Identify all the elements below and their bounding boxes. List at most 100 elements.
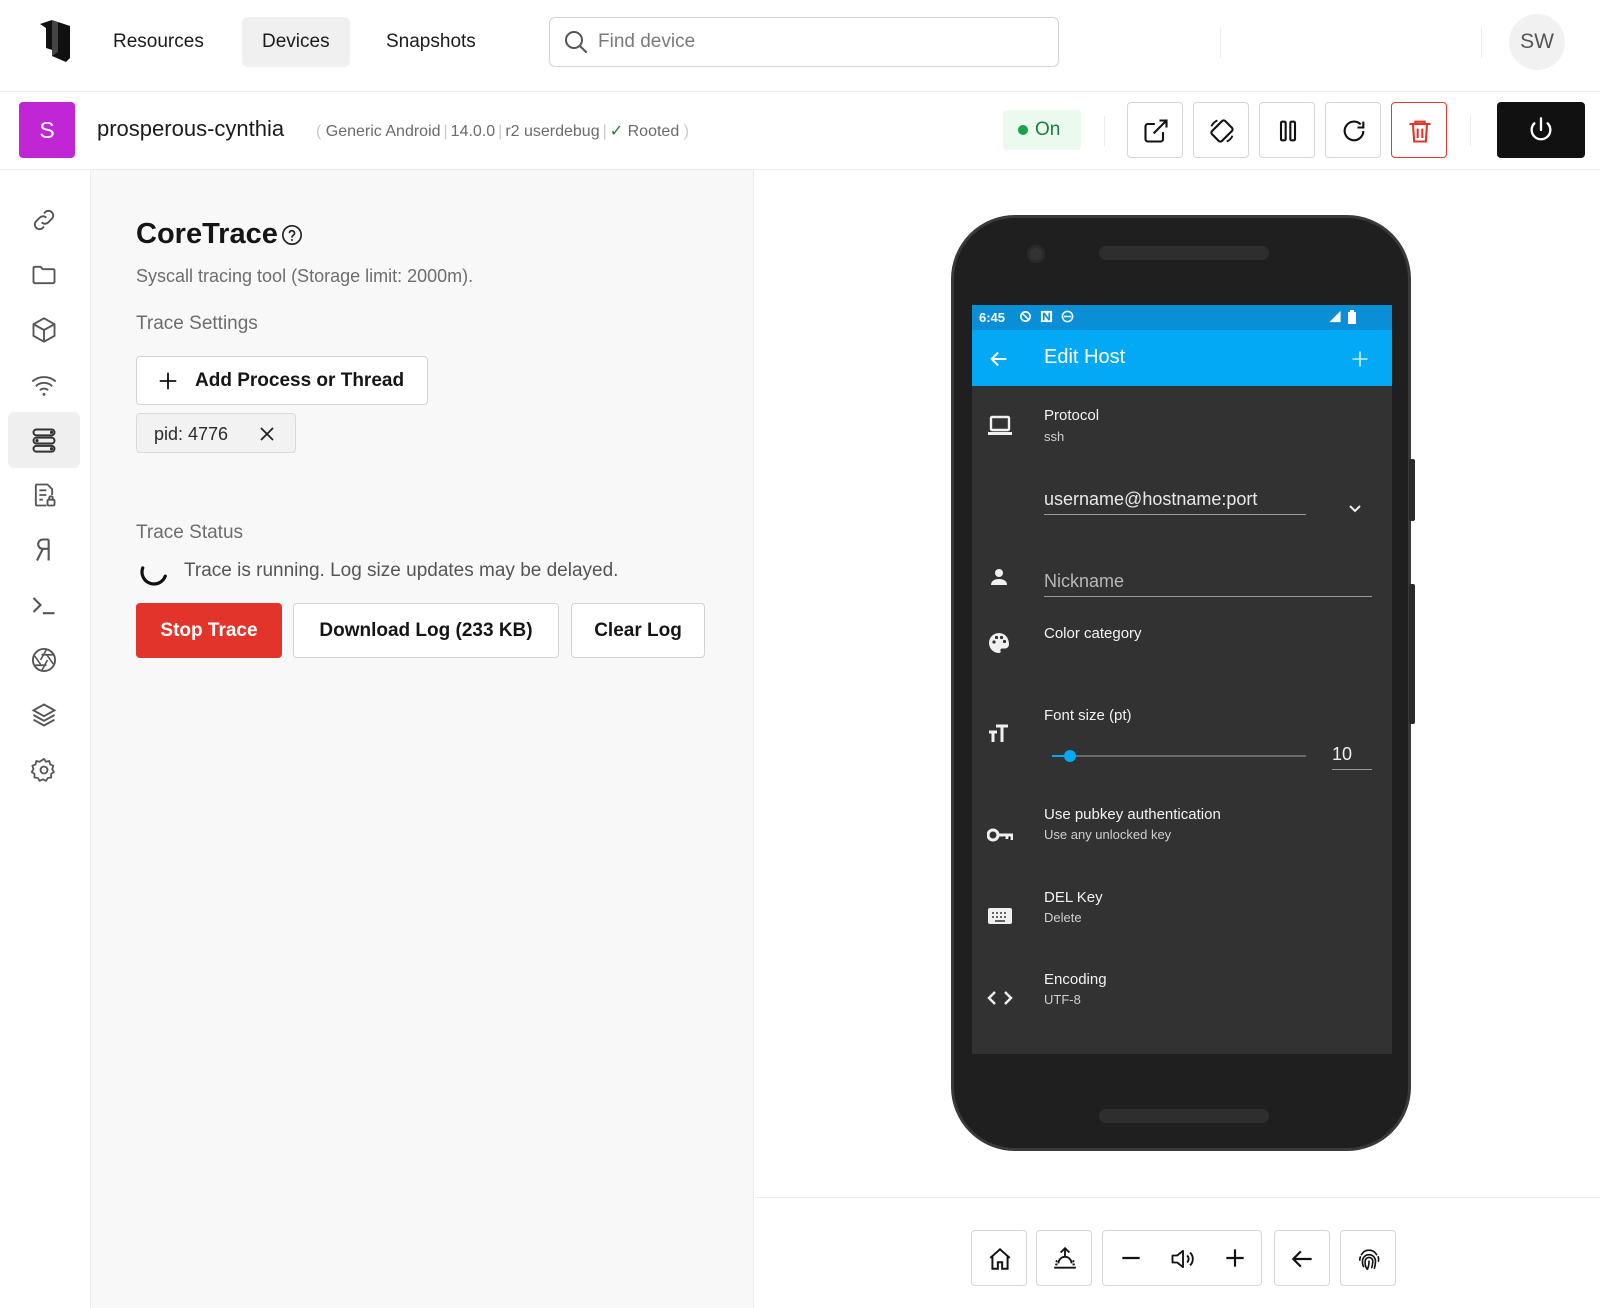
text-size-icon (989, 724, 1008, 742)
add-process-button[interactable]: Add Process or Thread (136, 356, 428, 405)
sidebar-item-files[interactable] (8, 247, 80, 303)
palette-icon (989, 633, 1009, 653)
sidebar-item-settings[interactable] (8, 742, 80, 798)
open-external-button[interactable] (1127, 102, 1183, 158)
volume-down-icon[interactable] (1118, 1245, 1144, 1271)
rotate-button[interactable] (1193, 102, 1249, 158)
nickname-input[interactable]: Nickname (1044, 571, 1372, 597)
corellium-logo-icon[interactable] (38, 18, 72, 64)
power-key[interactable] (1409, 459, 1415, 521)
font-size-slider-thumb[interactable] (1063, 750, 1076, 762)
frida-icon (36, 538, 50, 561)
user-avatar[interactable]: SW (1509, 14, 1565, 70)
host-input[interactable]: username@hostname:port (1044, 489, 1306, 515)
device-model: Generic Android (325, 123, 441, 140)
android-app-bar: Edit Host (972, 330, 1392, 386)
sidebar-item-console[interactable] (8, 577, 80, 633)
speaker-grille (1099, 246, 1269, 260)
device-search (549, 17, 1059, 67)
help-icon[interactable] (281, 224, 303, 246)
delete-device-button[interactable] (1391, 102, 1447, 158)
device-os-version: 14.0.0 (450, 123, 496, 140)
nav-devices[interactable]: Devices (242, 17, 350, 67)
pid-chip-label: pid: 4776 (154, 424, 229, 444)
volume-key[interactable] (1409, 584, 1415, 724)
download-log-button[interactable]: Download Log (233 KB) (293, 603, 559, 658)
status-text: On (1035, 119, 1061, 140)
close-icon[interactable] (259, 426, 275, 442)
nav-resources[interactable]: Resources (93, 17, 224, 67)
device-badge: S (19, 102, 75, 158)
open-external-icon (1144, 119, 1168, 143)
device-rooted: Rooted (627, 123, 680, 140)
device-meta: ( Generic Android | 14.0.0 | r2 userdebug | ✓ … (316, 123, 689, 140)
status-time: 6:45 (979, 310, 1006, 325)
check-icon: ✓ (609, 123, 624, 140)
trace-icon (32, 428, 56, 453)
sidebar-item-frida[interactable] (8, 522, 80, 578)
sidebar-item-connect[interactable] (8, 192, 80, 248)
battery-icon (1348, 310, 1356, 324)
search-icon (565, 31, 587, 53)
device-controls (755, 1199, 1600, 1308)
trash-icon (1409, 120, 1431, 143)
sidebar-item-apps[interactable] (8, 302, 80, 358)
pid-chip: pid: 4776 (136, 413, 296, 453)
chevron-down-icon[interactable] (1347, 501, 1363, 517)
app-bar-title: Edit Host (1044, 346, 1126, 368)
protocol-label[interactable]: Protocol (1044, 407, 1099, 424)
device-header: S prosperous-cynthia ( Generic Android | 1… (0, 92, 1600, 170)
sidebar-item-network[interactable] (8, 357, 80, 413)
search-input[interactable] (598, 26, 1038, 58)
sidebar-item-snapshots[interactable] (8, 632, 80, 688)
sidebar-item-coretrace[interactable] (8, 412, 80, 468)
status-badge: On (1003, 110, 1081, 150)
power-button[interactable] (1497, 102, 1585, 158)
wifi-icon (31, 376, 57, 396)
key-icon (987, 828, 1013, 842)
stop-trace-button[interactable]: Stop Trace (136, 603, 282, 658)
fingerprint-button[interactable] (1340, 1230, 1396, 1286)
sidebar (0, 170, 91, 1308)
restart-button[interactable] (1325, 102, 1381, 158)
font-size-slider[interactable] (1052, 755, 1306, 757)
phone-frame: 6:45 Edit Host Protocol ssh username@hos… (951, 215, 1415, 1151)
pubkey-label[interactable]: Use pubkey authentication (1044, 806, 1221, 823)
divider (1104, 116, 1105, 146)
link-icon (33, 209, 55, 231)
back-arrow-icon (1291, 1250, 1312, 1268)
sync-icon (1061, 310, 1074, 323)
cell-signal-icon (1329, 310, 1341, 323)
loading-spinner-icon (136, 554, 172, 590)
font-size-value[interactable]: 10 (1332, 744, 1372, 770)
sidebar-item-layers[interactable] (8, 687, 80, 743)
sidebar-item-console-log[interactable] (8, 467, 80, 523)
device-screen[interactable]: 6:45 Edit Host Protocol ssh username@hos… (972, 305, 1392, 1054)
home-button[interactable] (971, 1230, 1027, 1286)
del-key-label[interactable]: DEL Key (1044, 889, 1103, 906)
fingerprint-icon (1358, 1249, 1380, 1271)
trace-status-label: Trace Status (136, 522, 244, 543)
restart-icon (1343, 120, 1365, 142)
back-button[interactable] (1274, 1230, 1330, 1286)
back-arrow-icon[interactable] (988, 348, 1010, 370)
person-icon (991, 569, 1007, 585)
laptop-icon (988, 415, 1012, 435)
pause-icon (1279, 120, 1297, 142)
home-icon (989, 1247, 1011, 1270)
folder-icon (32, 265, 56, 285)
wake-button[interactable] (1036, 1230, 1092, 1286)
rotate-icon (1210, 119, 1234, 143)
color-category-label[interactable]: Color category (1044, 625, 1142, 642)
nav-snapshots[interactable]: Snapshots (366, 17, 496, 67)
pause-button[interactable] (1259, 102, 1315, 158)
device-name: prosperous-cynthia (97, 116, 285, 141)
clear-log-button[interactable]: Clear Log (571, 603, 705, 658)
divider (1470, 116, 1471, 146)
volume-up-icon[interactable] (1222, 1245, 1248, 1271)
terminal-icon (32, 597, 55, 615)
encoding-label[interactable]: Encoding (1044, 971, 1107, 988)
trace-running-text: Trace is running. Log size updates may b… (184, 560, 619, 581)
add-icon[interactable] (1350, 349, 1370, 369)
file-lock-icon (34, 483, 56, 507)
